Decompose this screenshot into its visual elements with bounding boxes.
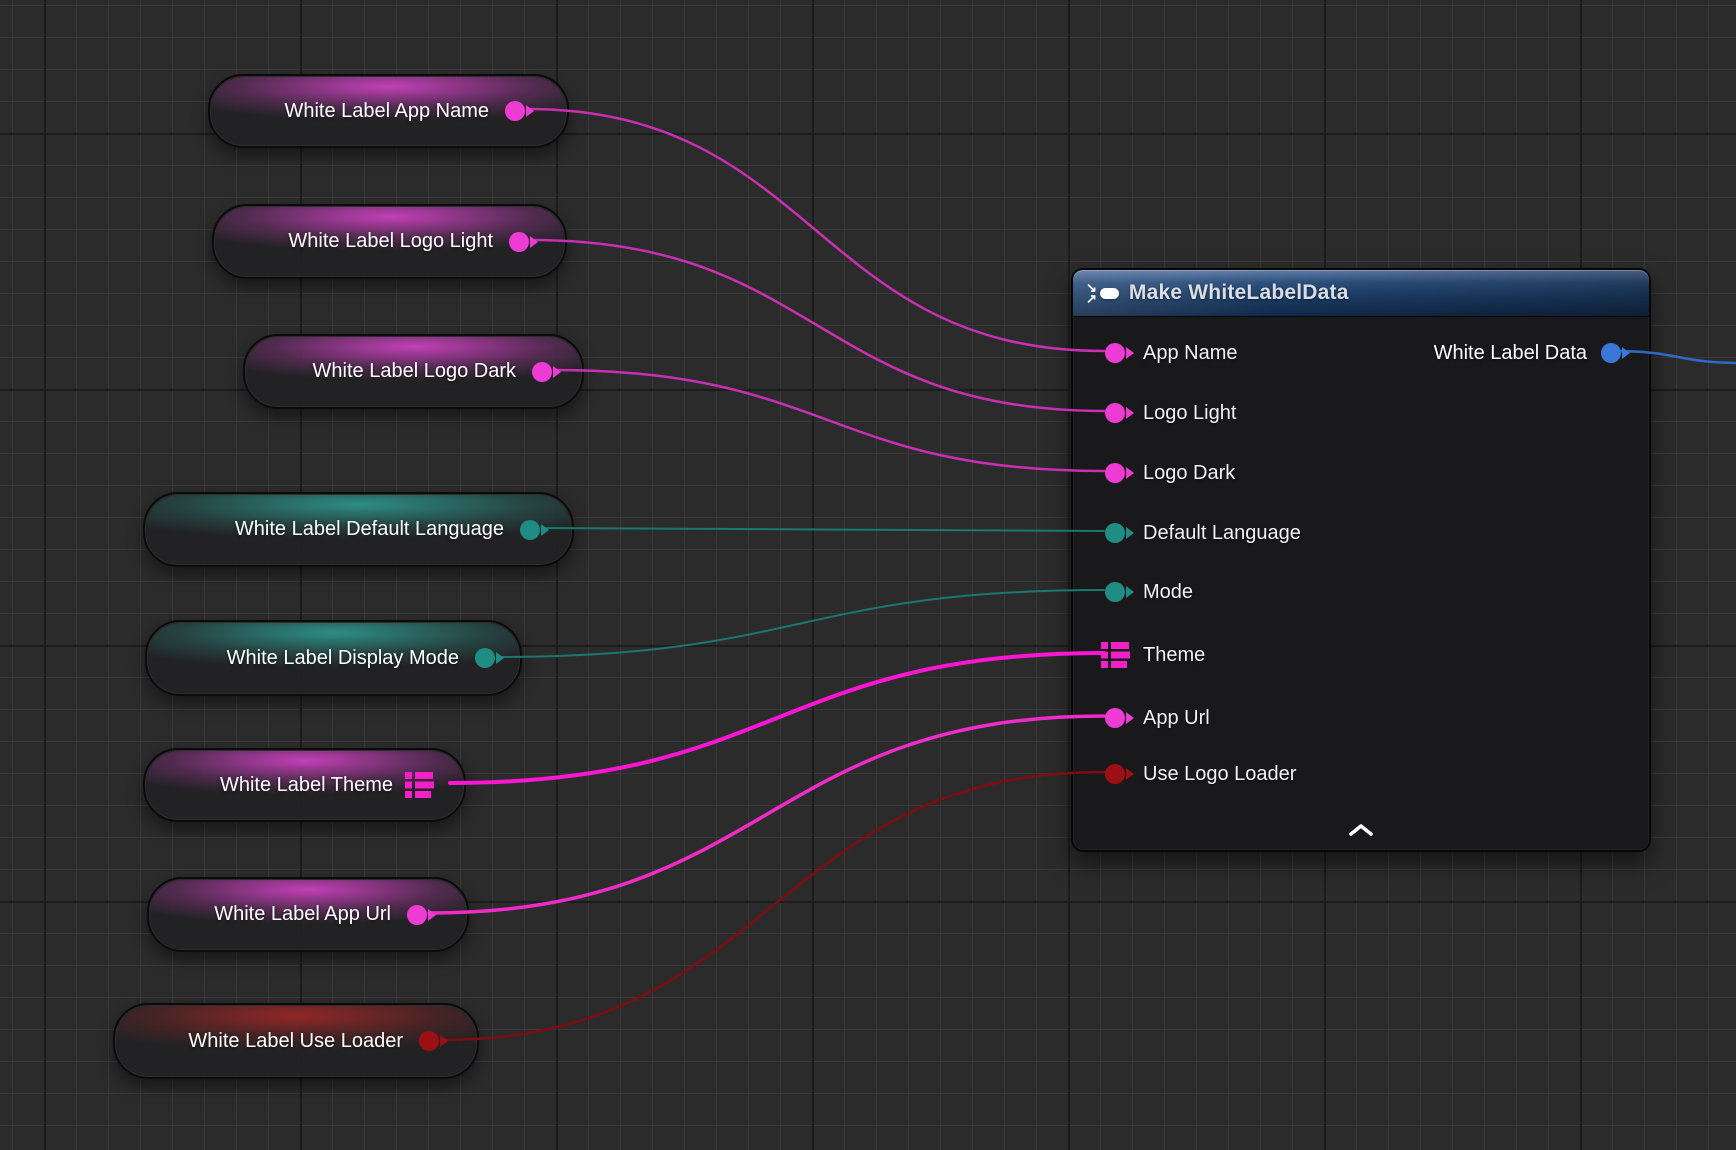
- variable-node-label: White Label Logo Light: [288, 206, 493, 277]
- data-pin-icon[interactable]: [407, 905, 427, 925]
- blueprint-canvas[interactable]: White Label App Name White Label Logo Lig…: [0, 0, 1736, 1150]
- input-pin-row[interactable]: Theme: [1073, 635, 1205, 675]
- wire[interactable]: [531, 240, 1104, 411]
- wire[interactable]: [429, 716, 1104, 913]
- wire[interactable]: [450, 653, 1104, 783]
- data-pin-icon[interactable]: [1105, 523, 1125, 543]
- variable-node-label: White Label Display Mode: [227, 622, 459, 694]
- input-pin-row[interactable]: App Name: [1073, 333, 1238, 373]
- variable-node-label: White Label App Url: [214, 879, 391, 950]
- pin-label: Mode: [1143, 581, 1193, 604]
- pin-label: App Name: [1143, 342, 1238, 365]
- variable-node[interactable]: White Label Theme: [143, 748, 466, 822]
- pin-label: White Label Data: [1434, 342, 1587, 365]
- input-pin-row[interactable]: Logo Light: [1073, 393, 1236, 433]
- input-pin-row[interactable]: Default Language: [1073, 513, 1301, 553]
- input-pin-row[interactable]: Logo Dark: [1073, 453, 1235, 493]
- data-pin-icon[interactable]: [1105, 463, 1125, 483]
- pin-label: Default Language: [1143, 522, 1301, 545]
- variable-node-label: White Label Use Loader: [188, 1005, 403, 1077]
- output-pin-row[interactable]: White Label Data: [1434, 333, 1621, 373]
- variable-node[interactable]: White Label Logo Dark: [243, 334, 584, 409]
- data-pin-icon[interactable]: [1105, 708, 1125, 728]
- node-title: Make WhiteLabelData: [1129, 281, 1349, 305]
- pin-label: Logo Dark: [1143, 462, 1235, 485]
- pin-label: Use Logo Loader: [1143, 763, 1296, 786]
- variable-node[interactable]: White Label Logo Light: [212, 204, 567, 279]
- variable-node[interactable]: White Label Default Language: [143, 492, 574, 567]
- input-pin-row[interactable]: Use Logo Loader: [1073, 754, 1296, 794]
- variable-node[interactable]: White Label App Name: [208, 74, 569, 148]
- data-pin-icon[interactable]: [419, 1031, 439, 1051]
- pin-label: Logo Light: [1143, 402, 1236, 425]
- variable-node-label: White Label Logo Dark: [313, 336, 516, 407]
- data-pin-icon[interactable]: [520, 520, 540, 540]
- wire[interactable]: [527, 109, 1104, 351]
- variable-node[interactable]: White Label Display Mode: [145, 620, 522, 696]
- pin-label: Theme: [1143, 644, 1205, 667]
- data-pin-icon[interactable]: [475, 648, 495, 668]
- data-pin-icon[interactable]: [1601, 343, 1621, 363]
- data-pin-icon[interactable]: [1105, 403, 1125, 423]
- data-pin-icon[interactable]: [532, 362, 552, 382]
- make-node-header[interactable]: ↘↗ Make WhiteLabelData: [1073, 270, 1649, 316]
- data-pin-icon[interactable]: [1105, 343, 1125, 363]
- collapse-chevron-icon[interactable]: [1347, 823, 1375, 842]
- make-node[interactable]: ↘↗ Make WhiteLabelData App Name Logo Ligh…: [1071, 268, 1651, 852]
- input-pin-row[interactable]: App Url: [1073, 698, 1210, 738]
- variable-node-label: White Label Default Language: [235, 494, 504, 565]
- input-pin-row[interactable]: Mode: [1073, 572, 1193, 612]
- pin-label: App Url: [1143, 707, 1210, 730]
- struct-pin-icon[interactable]: [404, 770, 434, 800]
- struct-pin-icon[interactable]: [1100, 640, 1130, 670]
- data-pin-icon[interactable]: [509, 232, 529, 252]
- variable-node[interactable]: White Label App Url: [147, 877, 469, 952]
- wire[interactable]: [542, 528, 1104, 531]
- data-pin-icon[interactable]: [1105, 764, 1125, 784]
- make-struct-icon: ↘↗: [1086, 282, 1119, 304]
- data-pin-icon[interactable]: [1105, 582, 1125, 602]
- variable-node-label: White Label Theme: [220, 750, 393, 820]
- variable-node[interactable]: White Label Use Loader: [113, 1003, 479, 1079]
- data-pin-icon[interactable]: [505, 101, 525, 121]
- variable-node-label: White Label App Name: [284, 76, 489, 146]
- wire[interactable]: [497, 590, 1104, 657]
- wire[interactable]: [554, 370, 1104, 471]
- wire[interactable]: [441, 772, 1104, 1040]
